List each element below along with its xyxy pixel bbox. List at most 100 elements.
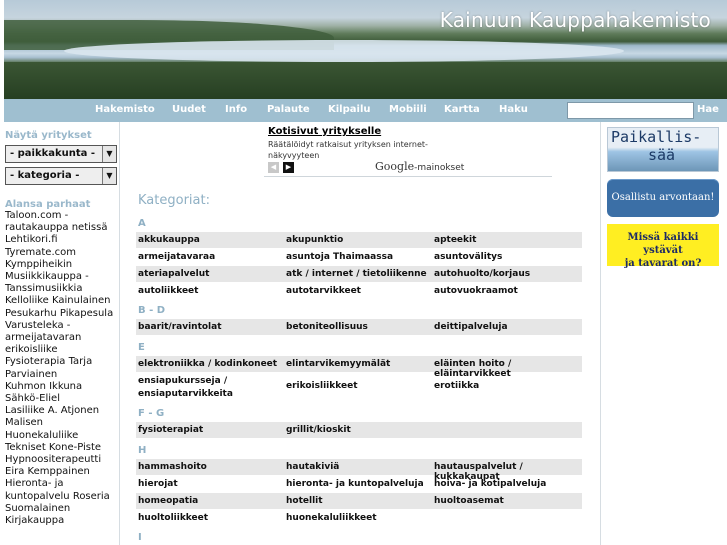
- category-link[interactable]: homeopatia: [138, 496, 198, 506]
- lost-and-found-banner[interactable]: Missä kaikki ystävät ja tavarat on?: [607, 224, 719, 269]
- partner-link[interactable]: Malisen Huonekaluliike: [5, 417, 118, 441]
- weather-banner-text: Paikallis-: [611, 128, 702, 146]
- google-ads-suffix: -mainokset: [414, 163, 465, 173]
- category-link[interactable]: erikoisliikkeet: [286, 381, 358, 391]
- site-title[interactable]: Kainuun Kauppahakemisto: [440, 8, 711, 32]
- category-row: hammashoito hautakiviä hautauspalvelut /…: [136, 459, 582, 482]
- ad-next-arrow-icon[interactable]: ▶: [283, 162, 294, 173]
- contest-button[interactable]: Osallistu arvontaan!: [607, 179, 719, 217]
- categories-title: Kategoriat:: [138, 193, 210, 208]
- category-link[interactable]: akupunktio: [286, 235, 343, 245]
- category-row: akkukauppa akupunktio apteekit: [136, 232, 582, 248]
- partner-link[interactable]: Lehtikori.fi: [5, 234, 118, 246]
- partner-list: Taloon.com - rautakauppa netissä Lehtiko…: [5, 210, 118, 527]
- category-link[interactable]: hautakiviä: [286, 462, 339, 472]
- category-link[interactable]: grillit/kioskit: [286, 425, 351, 435]
- nav-kilpailu[interactable]: Kilpailu: [328, 104, 371, 115]
- category-row: baarit/ravintolat betoniteollisuus deitt…: [136, 319, 582, 335]
- category-link[interactable]: asuntovälitys: [434, 252, 502, 262]
- category-link[interactable]: erotiikka: [434, 381, 479, 391]
- section-label-b-d: B - D: [138, 305, 166, 316]
- category-link[interactable]: apteekit: [434, 235, 476, 245]
- nav-hakemisto[interactable]: Hakemisto: [95, 104, 155, 115]
- category-link[interactable]: hieronta- ja kuntopalveluja: [286, 479, 424, 489]
- category-link[interactable]: autovuokraamot: [434, 286, 518, 296]
- best-in-field-label: Alansa parhaat: [5, 199, 91, 210]
- banner-lake: [64, 40, 624, 62]
- category-row: ensiapukursseja / ensiaputarvikkeita eri…: [136, 373, 582, 401]
- category-link[interactable]: ateriapalvelut: [138, 269, 209, 279]
- weather-banner-text: sää: [648, 146, 676, 164]
- nav-uudet[interactable]: Uudet: [172, 104, 206, 115]
- category-select-value: - kategoria -: [10, 170, 80, 181]
- partner-link[interactable]: Varusteleka - armeijatavaran erikoisliik…: [5, 320, 118, 357]
- partner-link[interactable]: Suomalainen Kirjakauppa: [5, 503, 118, 527]
- category-link[interactable]: asuntoja Thaimaassa: [286, 252, 393, 262]
- partner-link[interactable]: Hypnoositerapeutti Eira Kemppainen: [5, 454, 118, 478]
- category-link[interactable]: autotarvikkeet: [286, 286, 361, 296]
- ad-title-link[interactable]: Kotisivut yritykselle: [268, 126, 381, 137]
- nav-palaute[interactable]: Palaute: [267, 104, 310, 115]
- category-select[interactable]: - kategoria - ▼: [5, 167, 117, 185]
- category-link[interactable]: akkukauppa: [138, 235, 200, 245]
- category-link[interactable]: fysioterapiat: [138, 425, 203, 435]
- lost-and-found-text: Missä kaikki ystävät: [627, 232, 699, 256]
- locality-select[interactable]: - paikkakunta - ▼: [5, 145, 117, 163]
- section-label-f-g: F - G: [138, 408, 165, 419]
- category-link[interactable]: hammashoito: [138, 462, 207, 472]
- partner-link[interactable]: Kymppiheikin Musiikkikauppa - Tanssimusi…: [5, 259, 118, 296]
- partner-link[interactable]: Sähkö-Eliel: [5, 393, 118, 405]
- partner-link[interactable]: Pesukarhu Pikapesula: [5, 308, 118, 320]
- category-row: autoliikkeet autotarvikkeet autovuokraam…: [136, 283, 582, 299]
- banner-forest: [4, 62, 727, 99]
- category-link[interactable]: autohuolto/korjaus: [434, 269, 530, 279]
- partner-link[interactable]: Kelloliike Kainulainen: [5, 295, 118, 307]
- nav-haku[interactable]: Haku: [499, 104, 528, 115]
- category-row: homeopatia hotellit huoltoasemat: [136, 493, 582, 509]
- google-logo: Google: [375, 160, 415, 173]
- category-link[interactable]: huonekaluliikkeet: [286, 513, 377, 523]
- category-link[interactable]: huoltoliikkeet: [138, 513, 208, 523]
- partner-link[interactable]: Kuhmon Ikkuna: [5, 381, 118, 393]
- nav-info[interactable]: Info: [225, 104, 247, 115]
- category-link[interactable]: betoniteollisuus: [286, 322, 368, 332]
- show-companies-label: Näytä yritykset: [5, 130, 92, 141]
- chevron-down-icon: ▼: [102, 146, 116, 162]
- partner-link[interactable]: Hieronta- ja kuntopalvelu Roseria: [5, 478, 118, 502]
- partner-link[interactable]: Tekniset Kone-Piste: [5, 442, 118, 454]
- category-link[interactable]: ensiapukursseja / ensiaputarvikkeita: [138, 375, 278, 401]
- google-ads-label[interactable]: Google-mainokset: [375, 160, 464, 173]
- header-banner: Kainuun Kauppahakemisto: [4, 0, 727, 99]
- ad-divider: [264, 176, 552, 177]
- category-row: fysioterapiat grillit/kioskit: [136, 422, 582, 438]
- category-row: elektroniikka / kodinkoneet elintarvikem…: [136, 356, 582, 379]
- category-row: ateriapalvelut atk / internet / tietolii…: [136, 266, 582, 282]
- partner-link[interactable]: Lasiliike A. Atjonen: [5, 405, 118, 417]
- category-link[interactable]: hierojat: [138, 479, 178, 489]
- category-link[interactable]: atk / internet / tietoliikenne: [286, 269, 427, 279]
- section-label-e: E: [138, 342, 145, 353]
- search-input[interactable]: [567, 102, 694, 119]
- category-link[interactable]: hotellit: [286, 496, 323, 506]
- nav-mobiili[interactable]: Mobiili: [389, 104, 427, 115]
- partner-link[interactable]: Taloon.com - rautakauppa netissä: [5, 210, 118, 234]
- partner-link[interactable]: Fysioterapia Tarja Parviainen: [5, 356, 118, 380]
- ad-prev-arrow-icon[interactable]: ◀: [268, 162, 279, 173]
- partner-link[interactable]: Tyremate.com: [5, 247, 118, 259]
- section-label-a: A: [138, 218, 146, 229]
- chevron-down-icon: ▼: [102, 168, 116, 184]
- search-button[interactable]: Hae: [697, 104, 719, 115]
- category-link[interactable]: elintarvikemyymälät: [286, 359, 390, 369]
- category-link[interactable]: autoliikkeet: [138, 286, 198, 296]
- category-link[interactable]: baarit/ravintolat: [138, 322, 222, 332]
- category-link[interactable]: armeijatavaraa: [138, 252, 215, 262]
- category-link[interactable]: elektroniikka / kodinkoneet: [138, 359, 277, 369]
- category-link[interactable]: deittipalveluja: [434, 322, 508, 332]
- category-link[interactable]: hoiva- ja kotipalveluja: [434, 479, 546, 489]
- section-label-i: I: [138, 532, 142, 543]
- local-weather-banner[interactable]: Paikallis- sää: [607, 127, 719, 172]
- left-sidebar: Näytä yritykset - paikkakunta - ▼ - kate…: [0, 122, 120, 545]
- category-link[interactable]: huoltoasemat: [434, 496, 504, 506]
- nav-kartta[interactable]: Kartta: [444, 104, 480, 115]
- ad-text: Räätälöidyt ratkaisut yrityksen internet…: [268, 140, 428, 160]
